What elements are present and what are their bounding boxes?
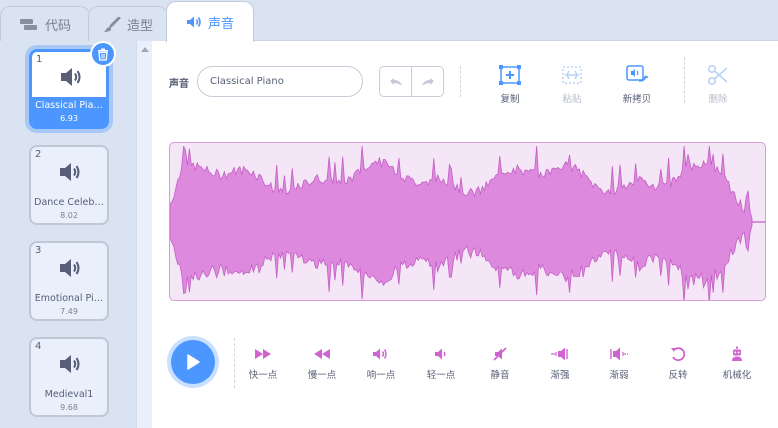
- speaker-icon: [60, 163, 80, 181]
- effects-divider: [234, 338, 235, 388]
- sound-index: 1: [36, 54, 43, 65]
- tab-label: 声音: [207, 16, 234, 32]
- paintbrush-icon: [103, 16, 121, 32]
- robot-icon: [732, 346, 742, 361]
- tab-code[interactable]: 代码: [0, 6, 90, 42]
- effect-label: 机械化: [722, 370, 752, 381]
- effect-label: 静音: [490, 370, 510, 381]
- undo-button[interactable]: [380, 67, 411, 96]
- sound-name-input[interactable]: [197, 66, 363, 97]
- copy-to-new-label: 新拷贝: [622, 94, 652, 105]
- delete-sound-button[interactable]: [90, 41, 116, 67]
- sound-list-scrollbar[interactable]: [136, 41, 152, 428]
- fast-forward-icon: [255, 349, 271, 359]
- speaker-icon: [186, 16, 201, 28]
- volume-up-icon: [373, 348, 387, 360]
- sound-duration: 9.68: [60, 403, 78, 412]
- sound-index: 4: [35, 341, 42, 352]
- rewind-icon: [314, 349, 330, 359]
- sound-item-3[interactable]: 3 Emotional Pi… 7.49: [29, 241, 109, 321]
- tab-label: 造型: [126, 19, 153, 34]
- paste-label: 粘贴: [562, 94, 582, 105]
- sound-duration: 8.02: [60, 211, 78, 220]
- toolbar-divider: [460, 66, 461, 97]
- scroll-up-arrow-icon[interactable]: [141, 47, 149, 52]
- delete-label: 删除: [708, 94, 728, 105]
- redo-button[interactable]: [411, 67, 443, 96]
- code-blocks-icon: [19, 18, 37, 30]
- effect-faster-button[interactable]: 快一点: [237, 346, 289, 381]
- trash-icon: [98, 48, 108, 61]
- delete-selection-button[interactable]: 删除: [696, 63, 740, 105]
- volume-down-icon: [435, 348, 446, 360]
- toolbar-divider: [684, 57, 685, 103]
- fade-out-icon: [610, 347, 628, 361]
- copy-icon: [499, 65, 521, 85]
- play-icon: [187, 354, 200, 370]
- effect-label: 快一点: [248, 370, 278, 381]
- play-button[interactable]: [171, 340, 215, 384]
- effect-fade-out-button[interactable]: 渐弱: [593, 346, 645, 381]
- speaker-icon: [60, 355, 80, 373]
- speaker-icon: [61, 68, 81, 86]
- sound-index: 3: [35, 245, 42, 256]
- sound-item-4[interactable]: 4 Medieval1 9.68: [29, 337, 109, 417]
- effect-label: 渐弱: [609, 370, 629, 381]
- fade-in-icon: [551, 347, 568, 361]
- scissors-icon: [707, 64, 728, 86]
- effect-label: 慢一点: [307, 370, 337, 381]
- sound-duration: 7.49: [60, 307, 78, 316]
- sound-name: Classical Pia…: [35, 100, 103, 111]
- mute-icon: [493, 347, 507, 361]
- paste-button[interactable]: 粘贴: [550, 63, 594, 105]
- tab-label: 代码: [44, 19, 71, 34]
- effect-robot-button[interactable]: 机械化: [711, 346, 763, 381]
- waveform-display[interactable]: [169, 142, 766, 301]
- redo-icon: [421, 77, 434, 86]
- effect-reverse-button[interactable]: 反转: [652, 346, 704, 381]
- copy-to-new-button[interactable]: 新拷贝: [615, 63, 659, 105]
- effect-mute-button[interactable]: 静音: [474, 346, 526, 381]
- sound-item-2[interactable]: 2 Dance Celeb… 8.02: [29, 145, 109, 225]
- sound-name-label: 声音: [169, 79, 189, 90]
- effect-label: 反转: [668, 370, 688, 381]
- paste-icon: [562, 66, 582, 84]
- undo-icon: [389, 77, 402, 86]
- copy-to-new-icon: [626, 65, 649, 82]
- editor-tab-bar: 代码 造型 声音: [0, 0, 778, 42]
- tab-sounds[interactable]: 声音: [166, 1, 254, 42]
- effect-label: 响一点: [366, 370, 396, 381]
- sound-index: 2: [35, 149, 42, 160]
- copy-button[interactable]: 复制: [488, 63, 532, 105]
- waveform-graphic: [170, 145, 765, 300]
- sound-name: Medieval1: [44, 389, 94, 400]
- copy-label: 复制: [500, 94, 520, 105]
- effect-softer-button[interactable]: 轻一点: [415, 346, 467, 381]
- tab-costumes[interactable]: 造型: [88, 6, 168, 42]
- reverse-icon: [671, 347, 686, 362]
- effect-louder-button[interactable]: 响一点: [355, 346, 407, 381]
- sound-duration: 6.93: [60, 114, 78, 123]
- undo-redo-group: [379, 66, 444, 97]
- effect-label: 渐强: [550, 370, 570, 381]
- effect-fade-in-button[interactable]: 渐强: [534, 346, 586, 381]
- speaker-icon: [60, 259, 80, 277]
- sound-editor: 声音 复制: [152, 41, 778, 428]
- effect-slower-button[interactable]: 慢一点: [296, 346, 348, 381]
- effect-label: 轻一点: [426, 370, 456, 381]
- sound-name: Emotional Pi…: [34, 293, 104, 304]
- sound-name: Dance Celeb…: [34, 197, 104, 208]
